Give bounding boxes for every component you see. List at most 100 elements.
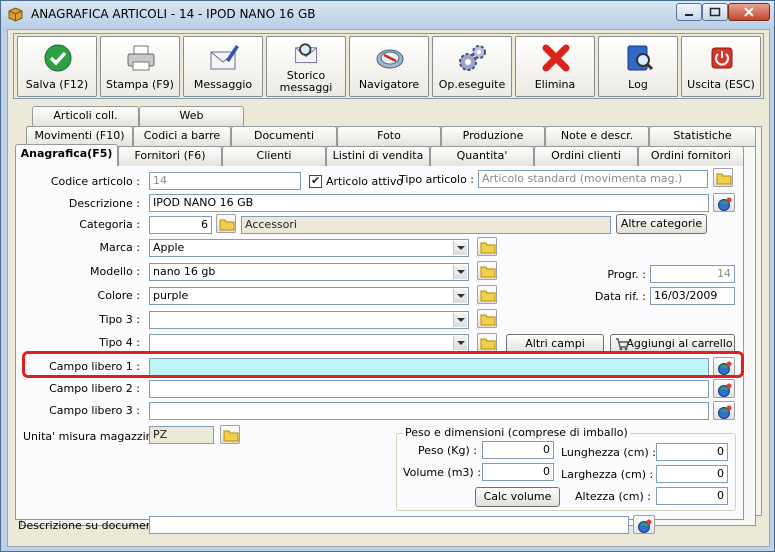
- desc-doc-globe-button[interactable]: [633, 515, 655, 534]
- colore-value: purple: [153, 289, 189, 302]
- campo2-globe-button[interactable]: [713, 379, 735, 398]
- altre-categorie-button[interactable]: Altre categorie: [616, 214, 707, 234]
- tipo-articolo-field[interactable]: Articolo standard (movimenta mag.): [478, 170, 708, 188]
- tab-fornitori[interactable]: Fornitori (F6): [118, 146, 222, 166]
- title-bar[interactable]: ANAGRAFICA ARTICOLI - 14 - IPOD NANO 16 …: [1, 1, 774, 29]
- campo2-field[interactable]: [149, 380, 709, 398]
- codice-field[interactable]: 14: [149, 172, 301, 190]
- progr-label: Progr. :: [607, 268, 646, 281]
- marca-select[interactable]: Apple: [149, 239, 469, 257]
- tipo4-folder-button[interactable]: [477, 333, 497, 352]
- message-history-button[interactable]: Storico messaggi: [266, 36, 346, 97]
- folder-icon: [480, 314, 496, 326]
- codice-label: Codice articolo :: [50, 175, 140, 188]
- folder-icon: [480, 290, 496, 302]
- modello-folder-button[interactable]: [477, 261, 497, 280]
- tab-codici-a-barre[interactable]: Codici a barre: [133, 126, 231, 146]
- tab-movimenti[interactable]: Movimenti (F10): [26, 126, 133, 146]
- descrizione-label: Descrizione :: [68, 197, 140, 210]
- tipo-articolo-folder-button[interactable]: [713, 168, 733, 187]
- save-button[interactable]: Salva (F12): [17, 36, 97, 97]
- message-button[interactable]: Messaggio: [183, 36, 263, 97]
- categoria-name-field: Accessori: [241, 216, 611, 234]
- log-button[interactable]: Log: [598, 36, 678, 97]
- progr-field[interactable]: 14: [650, 265, 735, 283]
- minimize-icon: [685, 14, 693, 16]
- larghezza-field[interactable]: 0: [656, 465, 728, 483]
- descrizione-field[interactable]: IPOD NANO 16 GB: [149, 194, 709, 212]
- colore-folder-button[interactable]: [477, 285, 497, 304]
- um-field: PZ: [149, 426, 214, 444]
- chevron-down-icon[interactable]: [453, 289, 467, 303]
- delete-button[interactable]: Elimina: [515, 36, 595, 97]
- tab-documenti[interactable]: Documenti: [231, 126, 337, 146]
- tab-listini-di-vendita[interactable]: Listini di vendita: [326, 146, 430, 166]
- tipo3-select[interactable]: [149, 311, 469, 329]
- peso-dimensioni-title: Peso e dimensioni (comprese di imballo): [403, 426, 630, 439]
- articolo-attivo-checkbox[interactable]: [309, 174, 322, 188]
- close-icon: [744, 7, 754, 17]
- campo3-globe-button[interactable]: [713, 401, 735, 420]
- aggiungi-carrello-label: Aggiungi al carrello: [626, 337, 733, 350]
- tab-statistiche[interactable]: Statistiche: [649, 126, 756, 146]
- tab-foto[interactable]: Foto: [337, 126, 441, 146]
- minimize-button[interactable]: [676, 3, 702, 21]
- colore-select[interactable]: purple: [149, 287, 469, 305]
- tab-quantita[interactable]: Quantita': [430, 146, 534, 166]
- larghezza-label: Larghezza (cm) :: [561, 468, 654, 481]
- chevron-down-icon[interactable]: [453, 241, 467, 255]
- data-rif-label: Data rif. :: [594, 290, 646, 303]
- close-button[interactable]: [728, 3, 770, 21]
- gears-icon: [459, 45, 486, 71]
- volume-label: Volume (m3) :: [403, 466, 481, 479]
- globe-icon: [718, 405, 732, 419]
- delete-x-icon: [542, 44, 570, 72]
- lunghezza-label: Lunghezza (cm) :: [561, 446, 656, 459]
- calc-volume-button[interactable]: Calc volume: [475, 487, 560, 507]
- globe-icon: [718, 383, 732, 397]
- exit-button[interactable]: Uscita (ESC): [681, 36, 761, 97]
- tab-anagrafica[interactable]: Anagrafica(F5): [15, 144, 118, 166]
- tipo3-label: Tipo 3 :: [99, 313, 140, 326]
- categoria-folder-button[interactable]: [216, 214, 236, 233]
- descrizione-globe-button[interactable]: [713, 193, 735, 212]
- tab-web[interactable]: Web: [139, 106, 244, 126]
- maximize-button[interactable]: [702, 3, 728, 21]
- power-icon: [711, 47, 733, 69]
- print-button[interactable]: Stampa (F9): [100, 36, 180, 97]
- check-icon: [44, 44, 72, 72]
- data-rif-field[interactable]: 16/03/2009: [650, 287, 735, 305]
- tipo-articolo-label: Tipo articolo :: [398, 173, 474, 186]
- volume-field[interactable]: 0: [482, 463, 554, 481]
- chevron-down-icon[interactable]: [453, 313, 467, 327]
- tipo4-label: Tipo 4 :: [99, 336, 140, 349]
- maximize-icon: [709, 7, 721, 17]
- printer-icon: [127, 45, 155, 71]
- tab-clienti[interactable]: Clienti: [222, 146, 326, 166]
- tab-ordini-clienti[interactable]: Ordini clienti: [534, 146, 638, 166]
- desc-doc-field[interactable]: [149, 516, 629, 534]
- tab-ordini-fornitori[interactable]: Ordini fornitori: [638, 146, 744, 166]
- marca-folder-button[interactable]: [477, 237, 497, 256]
- tab-articoli-coll[interactable]: Articoli coll.: [32, 106, 139, 126]
- categoria-code-field[interactable]: 6: [149, 216, 212, 234]
- altezza-field[interactable]: 0: [656, 487, 728, 505]
- folder-icon: [480, 242, 496, 254]
- peso-field[interactable]: 0: [482, 441, 554, 459]
- navigator-button[interactable]: Navigatore: [349, 36, 429, 97]
- cart-icon: [616, 338, 629, 351]
- um-folder-button[interactable]: [220, 425, 240, 444]
- tipo4-select[interactable]: [149, 334, 469, 352]
- tipo3-folder-button[interactable]: [477, 309, 497, 328]
- lunghezza-field[interactable]: 0: [656, 443, 728, 461]
- um-label: Unita' misura magazzino :: [23, 430, 167, 443]
- tab-produzione[interactable]: Produzione: [441, 126, 545, 146]
- campo3-field[interactable]: [149, 402, 709, 420]
- chevron-down-icon[interactable]: [453, 265, 467, 279]
- tab-note-e-descr[interactable]: Note e descr.: [545, 126, 649, 146]
- categoria-label: Categoria :: [79, 218, 140, 231]
- envelope-search-icon: [295, 43, 318, 64]
- chevron-down-icon[interactable]: [453, 336, 467, 350]
- operations-button[interactable]: Op.eseguite: [432, 36, 512, 97]
- modello-select[interactable]: nano 16 gb: [149, 263, 469, 281]
